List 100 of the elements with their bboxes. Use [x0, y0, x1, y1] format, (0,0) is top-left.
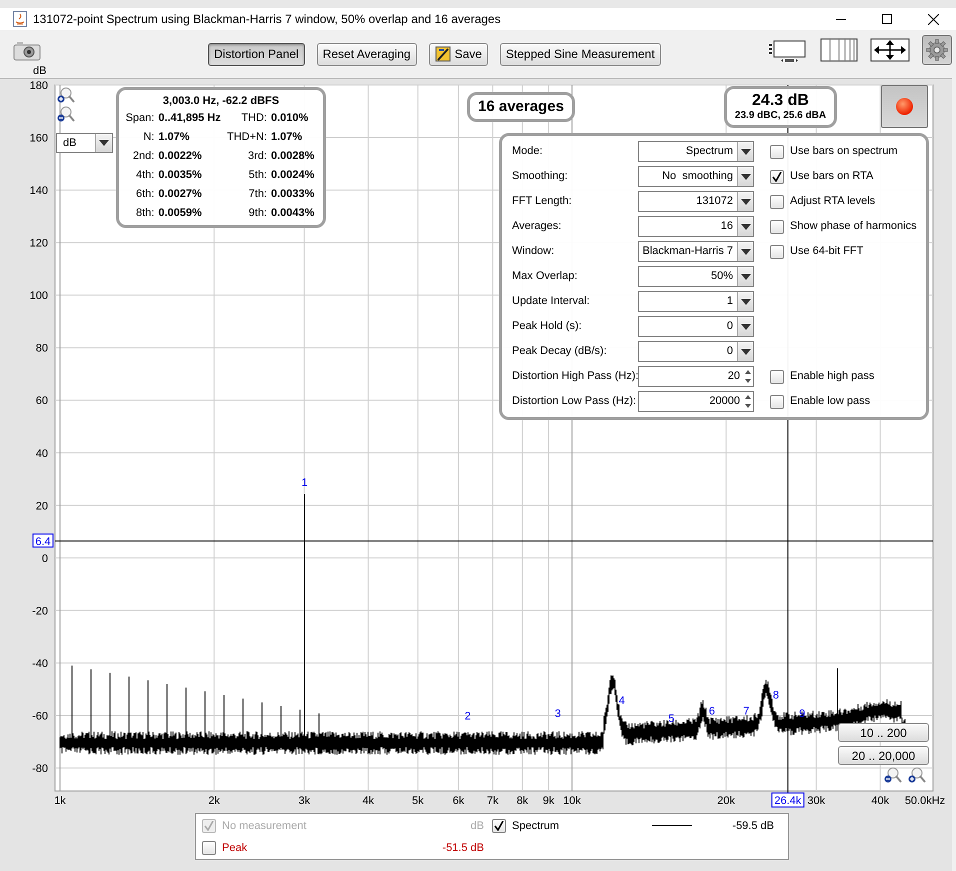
stat-value: 0.0022% — [158, 149, 203, 164]
y-axis-label: 40 — [36, 448, 48, 460]
setting-dropdown[interactable]: 16 — [638, 216, 754, 237]
x-axis-label: 6k — [452, 795, 464, 807]
setting-dropdown[interactable]: Spectrum — [638, 141, 754, 162]
minimize-icon — [836, 18, 846, 20]
option-label: Use 64-bit FFT — [790, 244, 864, 260]
stat-label: 9th: — [248, 206, 267, 221]
setting-dropdown[interactable]: Blackman-Harris 7 — [638, 241, 754, 262]
y-axis-label: -80 — [32, 763, 48, 776]
window-title: 131072-point Spectrum using Blackman-Harris 7 window, 50% overlap and 16 averages — [33, 11, 501, 28]
grid-lines-icon[interactable] — [820, 36, 858, 64]
stat-label: THD+N: — [226, 130, 267, 145]
dropdown-arrow-icon — [99, 140, 109, 146]
setting-spinner[interactable]: 20 — [638, 366, 754, 387]
setting-dropdown[interactable]: 50% — [638, 266, 754, 287]
checkbox[interactable] — [202, 841, 216, 855]
zoom-out-icon[interactable] — [57, 106, 75, 123]
y-axis-label: 20 — [36, 500, 48, 512]
stat-value: 0..41,895 Hz — [158, 111, 221, 126]
setting-dropdown[interactable]: No smoothing — [638, 166, 754, 187]
camera-button[interactable] — [12, 40, 42, 62]
x-axis-label: 5k — [412, 795, 424, 807]
setting-label: Distortion High Pass (Hz): — [512, 369, 638, 384]
setting-dropdown[interactable]: 0 — [638, 316, 754, 337]
stat-value: 1.07% — [158, 130, 191, 145]
setting-dropdown[interactable]: 131072 — [638, 191, 754, 212]
checkbox[interactable] — [770, 170, 784, 184]
expand-arrows-icon[interactable] — [870, 36, 910, 64]
checkbox[interactable] — [770, 244, 784, 258]
settings-button[interactable] — [922, 35, 952, 65]
checkbox[interactable] — [770, 370, 784, 384]
option-label: Enable high pass — [790, 369, 874, 384]
stat-label: 8th: — [134, 206, 154, 221]
checkbox[interactable] — [770, 220, 784, 234]
y-axis-unit: dB — [33, 65, 46, 78]
legend-value: -51.5 dB — [441, 840, 484, 856]
record-icon — [896, 98, 913, 115]
harmonic-marker: 8 — [772, 690, 780, 702]
x-axis-label: 10k — [563, 795, 581, 807]
stat-label: 6th: — [134, 187, 154, 202]
y-axis-label: 120 — [30, 238, 48, 250]
record-button[interactable] — [881, 85, 928, 128]
x-axis-label: 7k — [486, 795, 498, 807]
y-axis-label: -40 — [32, 658, 48, 670]
zoom-in-icon[interactable] — [908, 767, 926, 784]
checkbox[interactable] — [770, 394, 784, 408]
setting-label: Smoothing: — [512, 169, 569, 184]
toolbar-button[interactable]: Reset Averaging — [316, 42, 417, 66]
toolbar-button[interactable]: Stepped Sine Measurement — [500, 42, 661, 66]
stat-value: 0.0027% — [158, 187, 203, 202]
unit-dropdown[interactable]: dB — [56, 133, 113, 153]
stat-value: 0.0059% — [158, 206, 203, 221]
stat-label: N: — [142, 130, 154, 145]
dropdown-arrow-icon — [740, 224, 750, 230]
option-label: Show phase of harmonics — [790, 219, 917, 234]
checkbox[interactable] — [770, 144, 784, 158]
checkbox[interactable] — [492, 819, 506, 833]
setting-label: Update Interval: — [512, 294, 591, 310]
x-axis-label: 50.0kHz — [904, 795, 946, 807]
range-button[interactable]: 20 .. 20,000 — [838, 746, 929, 765]
setting-label: Peak Hold (s): — [512, 319, 583, 334]
stat-value: 0.0033% — [271, 187, 316, 202]
setting-label: Averages: — [512, 219, 562, 234]
save-button[interactable]: Save — [428, 42, 488, 66]
toolbar-button[interactable]: Distortion Panel — [208, 42, 305, 66]
y-axis-label: 80 — [36, 342, 48, 355]
y-axis-label: 160 — [30, 132, 48, 145]
java-app-icon — [13, 11, 27, 27]
legend-name: No measurement — [222, 818, 308, 834]
option-label: Adjust RTA levels — [790, 194, 876, 210]
dropdown-arrow-icon — [740, 148, 750, 154]
camera-icon — [13, 41, 41, 61]
zoom-out-icon[interactable] — [884, 767, 902, 784]
level-main: 24.3 dB — [752, 92, 809, 110]
legend-name: Spectrum — [512, 818, 560, 834]
harmonic-marker: 6 — [708, 705, 716, 718]
checkbox[interactable] — [770, 194, 784, 208]
y-axis-label: 60 — [36, 395, 48, 408]
x-axis-label: 30k — [807, 795, 826, 807]
setting-label: Window: — [512, 244, 556, 260]
setting-spinner[interactable]: 20000 — [638, 391, 754, 412]
x-axis-label: 20k — [717, 795, 735, 807]
zoom-in-icon[interactable] — [57, 87, 75, 104]
option-label: Enable low pass — [790, 394, 870, 410]
stat-label: THD: — [241, 111, 267, 126]
stat-value: 0.010% — [271, 111, 310, 126]
setting-label: Mode: — [512, 144, 544, 160]
option-label: Use bars on spectrum — [790, 144, 898, 160]
y-axis-label: -60 — [32, 710, 48, 722]
harmonic-marker: 5 — [668, 713, 674, 726]
setting-label: Peak Decay (dB/s): — [512, 344, 608, 360]
setting-dropdown[interactable]: 1 — [638, 291, 754, 312]
cursor-value-label: 6.4 — [32, 534, 54, 548]
range-button[interactable]: 10 .. 200 — [838, 723, 929, 742]
setting-label: Max Overlap: — [512, 269, 578, 284]
stat-value: 1.07% — [271, 130, 304, 145]
setting-dropdown[interactable]: 0 — [638, 341, 754, 362]
x-axis-label: 40k — [871, 795, 890, 807]
dropdown-arrow-icon — [740, 348, 750, 354]
